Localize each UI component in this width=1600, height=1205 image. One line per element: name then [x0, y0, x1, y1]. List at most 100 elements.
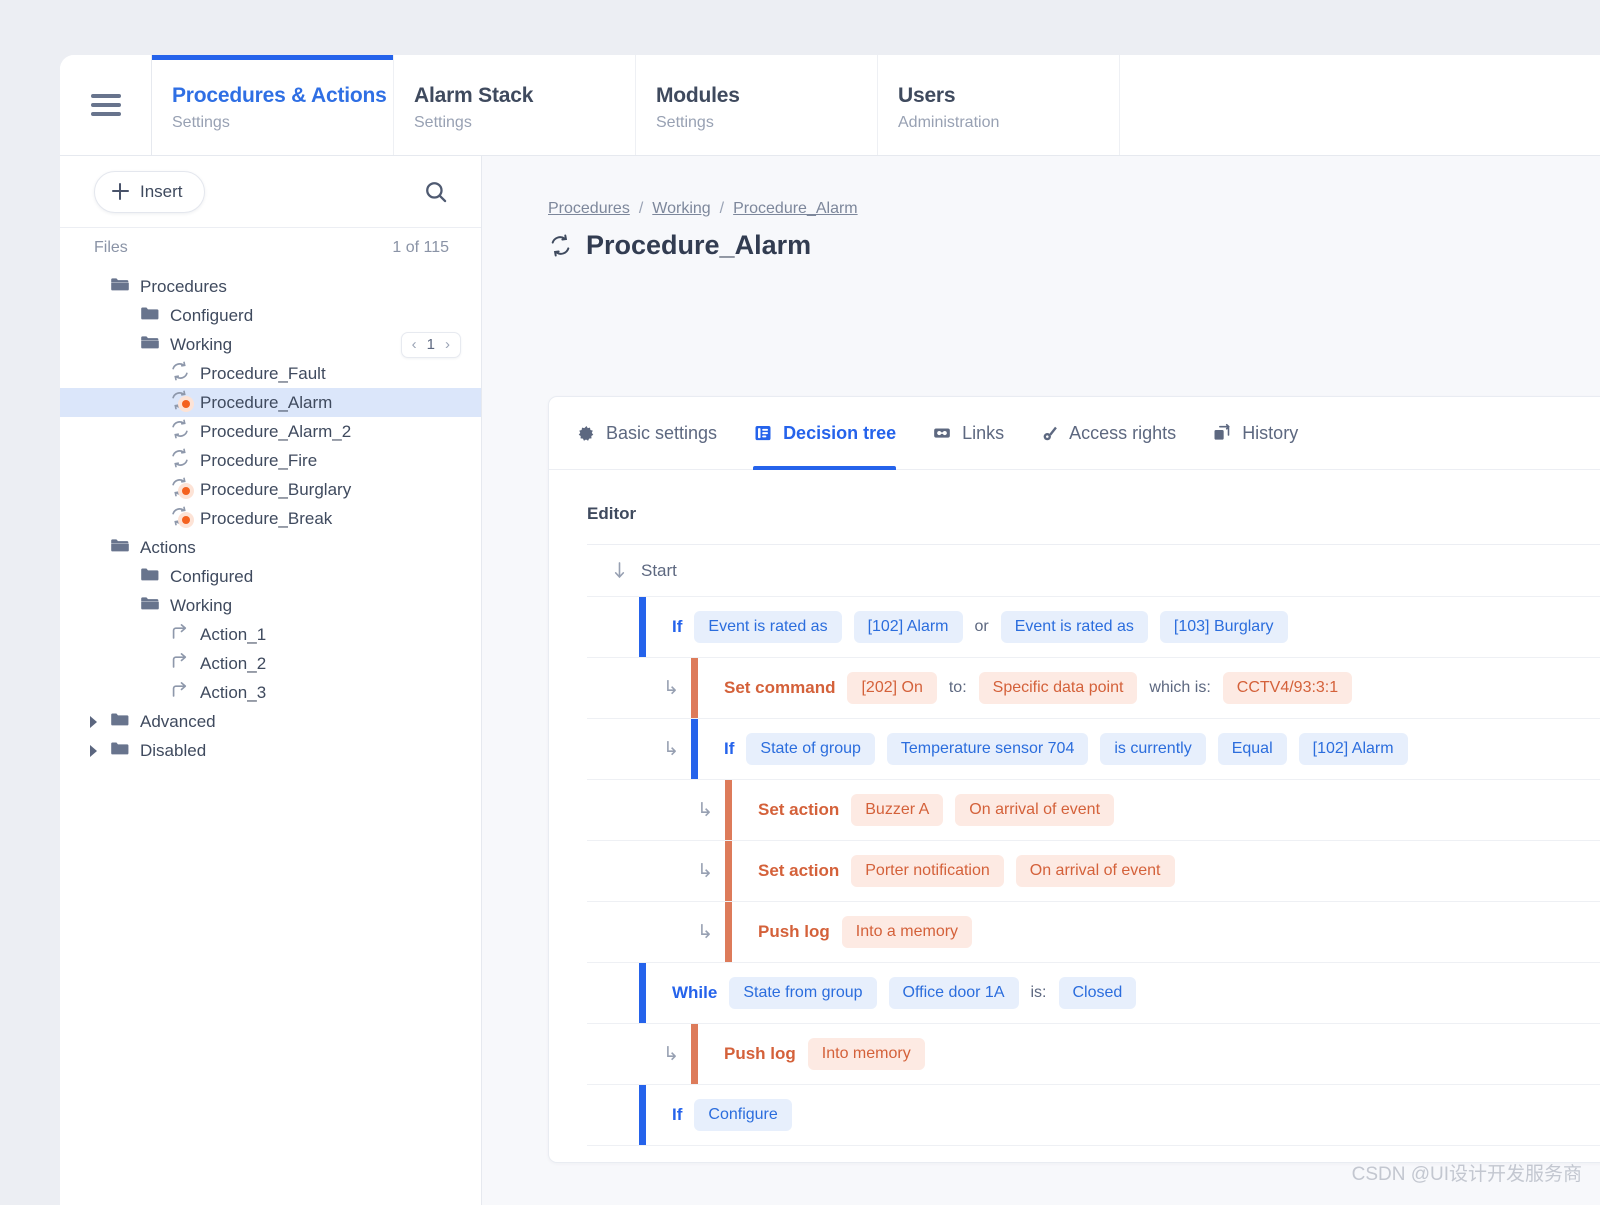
top-tab-alarm-stack[interactable]: Alarm StackSettings [394, 55, 636, 155]
row-chip[interactable]: [102] Alarm [854, 611, 963, 643]
row-push-log-memory-b[interactable]: ↳Push logInto memory [587, 1024, 1600, 1085]
row-if-state-of-group[interactable]: ↳IfState of groupTemperature sensor 704i… [587, 719, 1600, 780]
tree-item-advanced[interactable]: Advanced [60, 707, 481, 736]
row-chip[interactable]: Event is rated as [1001, 611, 1148, 643]
tree-item-actions[interactable]: Actions [60, 533, 481, 562]
folder-open-icon [109, 273, 131, 295]
tree-item-procedure-fault[interactable]: Procedure_Fault [60, 359, 481, 388]
row-chip[interactable]: Into memory [808, 1038, 925, 1070]
pagination-next-button[interactable]: › [445, 336, 450, 353]
breadcrumb-link-2[interactable]: Procedure_Alarm [733, 200, 858, 218]
tab-basic-settings[interactable]: Basic settings [577, 397, 717, 470]
search-button[interactable] [423, 179, 449, 205]
row-keyword: If [672, 617, 682, 637]
top-tab-modules[interactable]: ModulesSettings [636, 55, 878, 155]
row-chip[interactable]: is currently [1100, 733, 1205, 765]
row-chip[interactable]: CCTV4/93:3:1 [1223, 672, 1352, 704]
caret-down-icon[interactable] [118, 339, 130, 351]
row-while-office-door[interactable]: WhileState from groupOffice door 1Ais:Cl… [587, 963, 1600, 1024]
tree-item-disabled[interactable]: Disabled [60, 736, 481, 765]
tree-item-action-3[interactable]: Action_3 [60, 678, 481, 707]
row-if-event-rated[interactable]: IfEvent is rated as[102] AlarmorEvent is… [587, 597, 1600, 658]
caret-placeholder [148, 629, 160, 641]
breadcrumb: Procedures/Working/Procedure_Alarm [482, 156, 1600, 218]
breadcrumb-separator: / [720, 200, 724, 218]
hamburger-menu-button[interactable] [60, 55, 152, 155]
row-chip[interactable]: Closed [1059, 977, 1137, 1009]
row-chip[interactable]: State of group [746, 733, 875, 765]
row-chip[interactable]: Into a memory [842, 916, 972, 948]
top-tab-subtitle: Administration [898, 114, 1119, 132]
panel-tab-bar: Basic settings Decision tree Links Access r… [549, 397, 1600, 470]
row-set-action-porter[interactable]: ↳Set actionPorter notificationOn arrival… [587, 841, 1600, 902]
row-chip[interactable]: Temperature sensor 704 [887, 733, 1088, 765]
row-chip[interactable]: [202] On [847, 672, 936, 704]
caret-down-icon[interactable] [118, 571, 130, 583]
start-label: Start [641, 561, 677, 581]
row-body: Set actionPorter notificationOn arrival … [732, 841, 1600, 901]
pagination-prev-button[interactable]: ‹ [412, 336, 417, 353]
row-body: Set actionBuzzer AOn arrival of event [732, 780, 1600, 840]
row-if-configure[interactable]: IfConfigure [587, 1085, 1600, 1146]
tree-item-procedure-alarm-2[interactable]: Procedure_Alarm_2 [60, 417, 481, 446]
caret-placeholder [148, 484, 160, 496]
row-set-action-buzzer[interactable]: ↳Set actionBuzzer AOn arrival of event [587, 780, 1600, 841]
tree-item-procedure-fire[interactable]: Procedure_Fire [60, 446, 481, 475]
tree-item-working[interactable]: Working‹1› [60, 330, 481, 359]
row-chip[interactable]: Porter notification [851, 855, 1004, 887]
tree-item-label: Procedures [140, 277, 227, 297]
caret-down-icon[interactable] [88, 281, 100, 293]
row-keyword: Push log [758, 922, 830, 942]
tree-item-configured[interactable]: Configured [60, 562, 481, 591]
caret-down-icon[interactable] [118, 600, 130, 612]
row-chip[interactable]: Equal [1218, 733, 1287, 765]
row-chip[interactable]: State from group [729, 977, 876, 1009]
row-body: IfEvent is rated as[102] AlarmorEvent is… [646, 597, 1600, 657]
child-arrow-icon: ↳ [639, 1043, 691, 1066]
tree-item-configuerd[interactable]: Configuerd [60, 301, 481, 330]
row-chip[interactable]: Office door 1A [889, 977, 1019, 1009]
tab-history[interactable]: History [1212, 397, 1298, 470]
topbar-filler [1120, 55, 1600, 155]
tree-item-action-2[interactable]: Action_2 [60, 649, 481, 678]
tree-item-procedure-break[interactable]: Procedure_Break [60, 504, 481, 533]
tree-item-working[interactable]: Working [60, 591, 481, 620]
row-chip[interactable]: [102] Alarm [1299, 733, 1408, 765]
row-set-command[interactable]: ↳Set command[202] Onto:Specific data poi… [587, 658, 1600, 719]
caret-down-icon[interactable] [118, 310, 130, 322]
row-chip[interactable]: [103] Burglary [1160, 611, 1288, 643]
breadcrumb-link-0[interactable]: Procedures [548, 200, 630, 218]
row-chip[interactable]: Event is rated as [694, 611, 841, 643]
row-chip[interactable]: On arrival of event [1016, 855, 1175, 887]
tree-item-procedures[interactable]: Procedures [60, 272, 481, 301]
tree-item-procedure-alarm[interactable]: Procedure_Alarm [60, 388, 481, 417]
caret-right-icon[interactable] [88, 745, 100, 757]
folder-open-icon [109, 534, 131, 556]
top-tab-title: Modules [656, 83, 877, 109]
child-arrow-icon: ↳ [673, 921, 725, 944]
tree-item-label: Action_1 [200, 625, 266, 645]
row-chip[interactable]: Configure [694, 1099, 791, 1131]
top-tab-users[interactable]: UsersAdministration [878, 55, 1120, 155]
insert-button[interactable]: Insert [94, 171, 205, 213]
caret-right-icon[interactable] [88, 716, 100, 728]
row-chip[interactable]: Specific data point [979, 672, 1138, 704]
folder-open-icon-wrap [139, 331, 161, 358]
row-accent-bar [691, 1024, 698, 1084]
tree-item-label: Procedure_Burglary [200, 480, 351, 500]
end-label: End [641, 1162, 671, 1163]
decision-tree-start: Start [587, 545, 1600, 597]
tab-decision-tree[interactable]: Decision tree [753, 397, 896, 470]
tree-item-procedure-burglary[interactable]: Procedure_Burglary [60, 475, 481, 504]
row-chip[interactable]: On arrival of event [955, 794, 1114, 826]
tree-pagination[interactable]: ‹1› [401, 332, 461, 358]
top-tab-procedures-actions[interactable]: Procedures & ActionsSettings [152, 55, 394, 155]
tree-item-action-1[interactable]: Action_1 [60, 620, 481, 649]
breadcrumb-link-1[interactable]: Working [652, 200, 710, 218]
procedure-icon-alert [169, 476, 191, 498]
row-push-log-memory-a[interactable]: ↳ Push log Into a memory [587, 902, 1600, 963]
tab-access-rights[interactable]: Access rights [1040, 397, 1176, 470]
caret-down-icon[interactable] [88, 542, 100, 554]
row-chip[interactable]: Buzzer A [851, 794, 943, 826]
tab-links[interactable]: Links [932, 397, 1004, 470]
